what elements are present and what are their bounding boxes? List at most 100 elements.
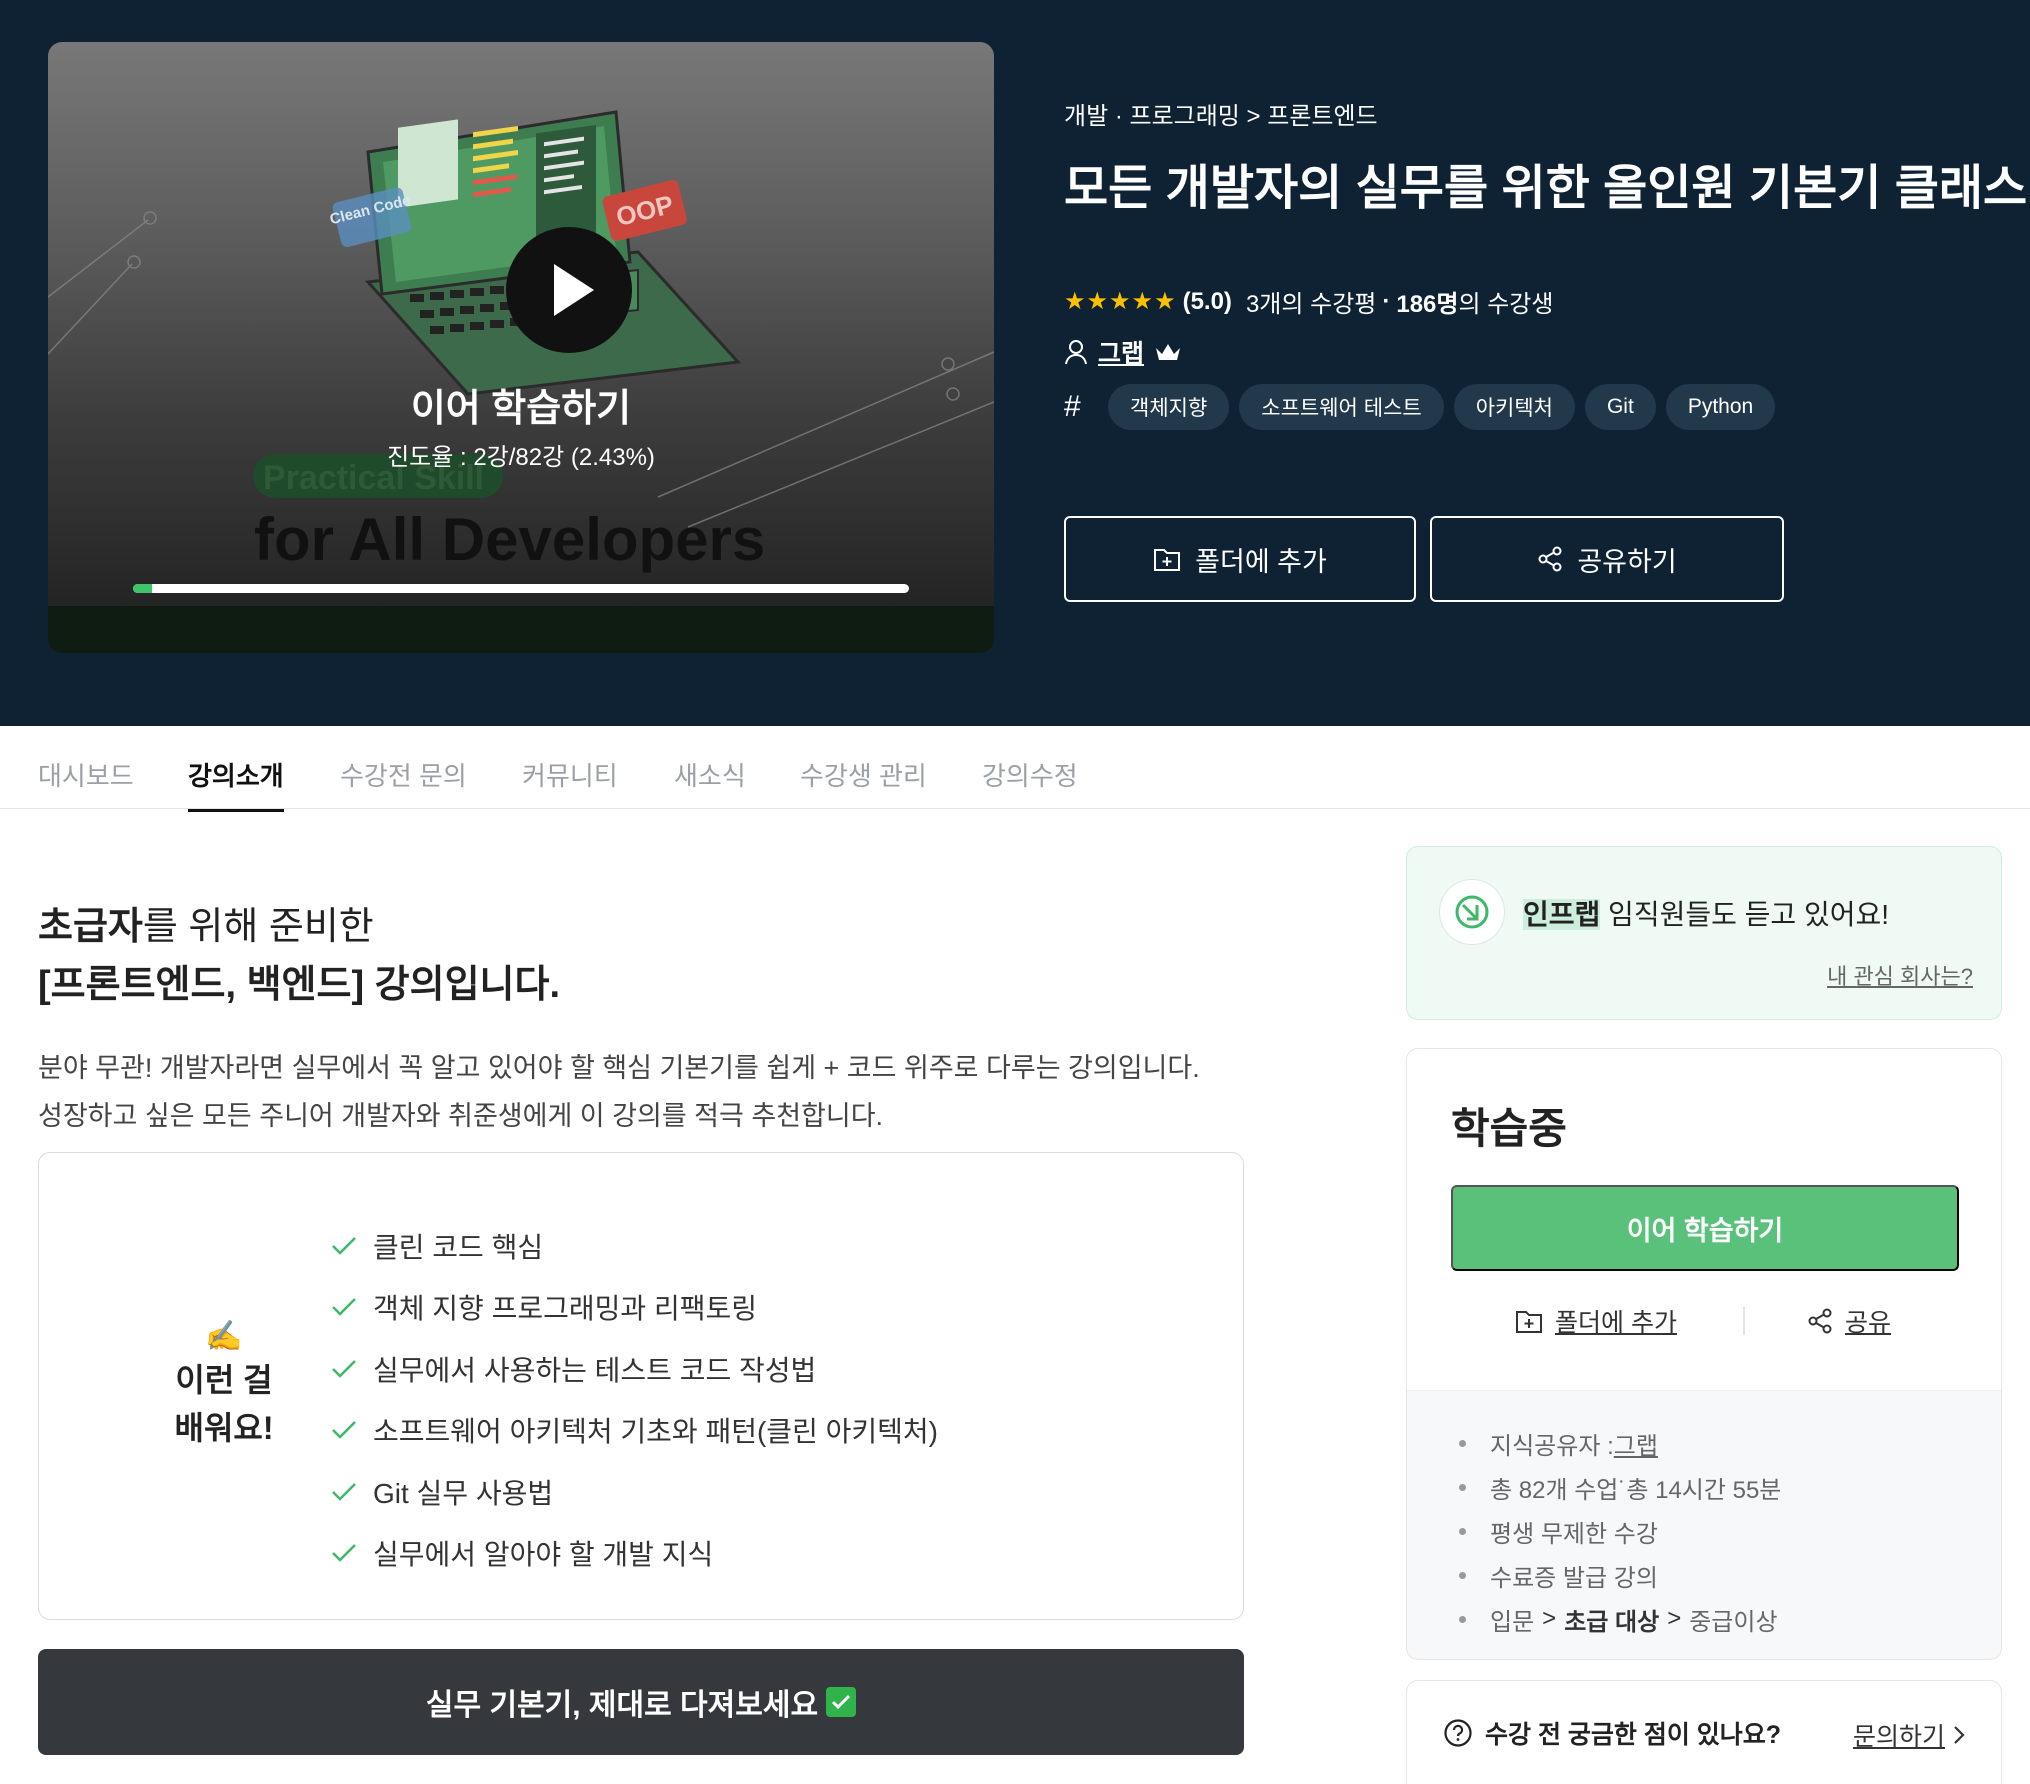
learn-item: Git 실무 사용법 xyxy=(331,1461,938,1523)
desc-line: 성장하고 싶은 모든 주니어 개발자와 취준생에게 이 강의를 적극 추천합니다… xyxy=(38,1101,884,1131)
learn-list: 클린 코드 핵심 객체 지향 프로그래밍과 리팩토링 실무에서 사용하는 테스트… xyxy=(331,1215,938,1584)
course-meta: ★★★★★ (5.0) 3개의 수강평 · 186명의 수강생 xyxy=(1064,284,1553,319)
tag[interactable]: Git xyxy=(1584,384,1656,430)
course-hero: Clean Code OOP Practical Skill for All D… xyxy=(0,0,2030,726)
level-intermediate: 중급이상 xyxy=(1689,1608,1778,1636)
card-add-folder-link[interactable]: 폴더에 추가 xyxy=(1515,1303,1677,1339)
info-instructor: 지식공유자 : 그랩 xyxy=(1459,1421,1781,1465)
level-beginner: 입문 xyxy=(1490,1608,1535,1636)
video-progress-bar xyxy=(133,584,909,593)
card-add-folder-label: 폴더에 추가 xyxy=(1555,1309,1677,1337)
promo-company: 인프랩 xyxy=(1523,899,1601,930)
learn-item-text: 실무에서 알아야 할 개발 지식 xyxy=(373,1539,714,1571)
play-icon xyxy=(554,264,594,316)
interest-company-link[interactable]: 내 관심 회사는? xyxy=(1827,959,1973,991)
card-top: 학습중 이어 학습하기 폴더에 추가 공유 xyxy=(1407,1049,2001,1391)
resume-learning-button[interactable]: 이어 학습하기 xyxy=(1451,1185,1959,1271)
student-count: 186명 xyxy=(1396,291,1459,318)
learn-label-line: 배워요! xyxy=(174,1410,274,1446)
author[interactable]: 그랩 xyxy=(1064,334,1182,370)
headline-bold: 초급자 xyxy=(38,906,143,948)
check-icon xyxy=(332,1359,356,1378)
learn-label-line: 이런 걸 xyxy=(175,1362,273,1398)
instructor-label: 지식공유자 : xyxy=(1490,1432,1614,1460)
course-title: 모든 개발자의 실무를 위한 올인원 기본기 클래스 xyxy=(1064,162,2028,215)
intro-headline: 초급자를 위해 준비한 [프론트엔드, 백엔드] 강의입니다. xyxy=(38,898,560,1014)
tag-list: # 객체지향 소프트웨어 테스트 아키텍처 Git Python xyxy=(1064,384,1776,430)
info-level: 입문 > 초급 대상 > 중급이상 xyxy=(1459,1597,1781,1641)
enroll-card: 학습중 이어 학습하기 폴더에 추가 공유 지식공유자 : 그랩 총 82개 수… xyxy=(1406,1048,2002,1660)
video-progress-fill xyxy=(133,584,152,593)
tag[interactable]: Python xyxy=(1665,384,1776,430)
check-icon xyxy=(332,1544,356,1563)
card-share-label: 공유 xyxy=(1845,1309,1892,1337)
share-icon xyxy=(1808,1308,1832,1334)
share-button[interactable]: 공유하기 xyxy=(1430,516,1784,602)
tag[interactable]: 객체지향 xyxy=(1108,384,1230,430)
user-icon xyxy=(1065,340,1087,365)
tab-community[interactable]: 커뮤니티 xyxy=(522,756,618,793)
check-icon xyxy=(332,1421,356,1440)
green-check-icon xyxy=(826,1687,857,1717)
tab-pre-inquiry[interactable]: 수강전 문의 xyxy=(340,756,467,793)
chevron-right-icon xyxy=(1954,1726,1965,1744)
learn-label: ✍️ 이런 걸 배워요! xyxy=(99,1319,349,1450)
check-icon xyxy=(332,1298,356,1317)
tab-dashboard[interactable]: 대시보드 xyxy=(38,756,134,793)
breadcrumb[interactable]: 개발 · 프로그래밍 > 프론트엔드 xyxy=(1064,96,1378,131)
info-certificate: 수료증 발급 강의 xyxy=(1459,1553,1781,1597)
inquiry-question-text: 수강 전 궁금한 점이 있나요? xyxy=(1485,1721,1782,1749)
learn-item: 소프트웨어 아키텍처 기초와 패턴(클린 아키텍처) xyxy=(331,1400,938,1462)
video-resume-title: 이어 학습하기 xyxy=(410,388,632,430)
inquiry-link[interactable]: 문의하기 xyxy=(1853,1717,1965,1753)
crown-icon xyxy=(1156,344,1181,360)
play-button[interactable] xyxy=(506,227,632,353)
tag[interactable]: 소프트웨어 테스트 xyxy=(1239,384,1444,430)
promo-text: 인프랩 임직원들도 듣고 있어요! xyxy=(1523,893,1889,933)
inquiry-link-label: 문의하기 xyxy=(1852,1723,1945,1751)
video-bottom-band xyxy=(48,606,994,653)
intro-description: 분야 무관! 개발자라면 실무에서 꼭 알고 있어야 할 핵심 기본기를 쉽게 … xyxy=(38,1044,1200,1140)
author-name[interactable]: 그랩 xyxy=(1098,334,1144,370)
add-folder-button[interactable]: 폴더에 추가 xyxy=(1064,516,1416,602)
headline-line2: [프론트엔드, 백엔드] 강의입니다. xyxy=(38,964,561,1006)
inquiry-box: 수강 전 궁금한 점이 있나요? 문의하기 xyxy=(1406,1680,2002,1784)
learn-item: 클린 코드 핵심 xyxy=(331,1215,938,1277)
learn-item: 실무에서 사용하는 테스트 코드 작성법 xyxy=(331,1338,938,1400)
video-progress-text: 진도율 : 2강/82강 (2.43%) xyxy=(387,444,655,471)
review-count[interactable]: 3개의 수강평 xyxy=(1246,284,1376,319)
card-action-divider xyxy=(1743,1307,1745,1335)
tag[interactable]: 아키텍처 xyxy=(1453,384,1575,430)
learn-item-text: 객체 지향 프로그래밍과 리팩토링 xyxy=(373,1293,757,1325)
instructor-link[interactable]: 그랩 xyxy=(1614,1426,1658,1461)
video-player[interactable]: Clean Code OOP Practical Skill for All D… xyxy=(48,42,994,653)
card-share-link[interactable]: 공유 xyxy=(1807,1303,1891,1339)
rating-stars-icon: ★★★★★ xyxy=(1064,288,1177,315)
card-info: 지식공유자 : 그랩 총 82개 수업˙총 14시간 55분 평생 무제한 수강… xyxy=(1407,1391,2001,1659)
learn-item-text: 소프트웨어 아키텍처 기초와 패턴(클린 아키텍처) xyxy=(373,1416,938,1448)
tab-edit-course[interactable]: 강의수정 xyxy=(982,756,1078,793)
rating-value: (5.0) xyxy=(1182,287,1232,315)
writing-hand-icon: ✍️ xyxy=(205,1320,243,1353)
tab-student-management[interactable]: 수강생 관리 xyxy=(800,756,927,793)
chevron-right-icon: > xyxy=(1667,1605,1682,1632)
share-label: 공유하기 xyxy=(1577,546,1677,577)
info-lifetime: 평생 무제한 수강 xyxy=(1459,1509,1781,1553)
learn-item-text: Git 실무 사용법 xyxy=(373,1477,554,1509)
add-folder-label: 폴더에 추가 xyxy=(1195,546,1327,577)
level-target: 초급 대상 xyxy=(1564,1608,1660,1636)
cta-text: 실무 기본기, 제대로 다져보세요 xyxy=(425,1689,819,1722)
learn-item: 실무에서 알아야 할 개발 지식 xyxy=(331,1523,938,1585)
tab-news[interactable]: 새소식 xyxy=(674,756,746,793)
course-tabs: 대시보드 강의소개 수강전 문의 커뮤니티 새소식 수강생 관리 강의수정 xyxy=(0,726,2030,812)
chevron-right-icon: > xyxy=(1542,1605,1557,1632)
tab-intro[interactable]: 강의소개 xyxy=(188,756,284,812)
meta-dot: · xyxy=(1382,287,1391,315)
desc-line: 분야 무관! 개발자라면 실무에서 꼭 알고 있어야 할 핵심 기본기를 쉽게 … xyxy=(38,1053,1200,1083)
learn-box: ✍️ 이런 걸 배워요! 클린 코드 핵심 객체 지향 프로그래밍과 리팩토링 … xyxy=(38,1152,1244,1620)
check-icon xyxy=(332,1236,356,1255)
check-icon xyxy=(332,1482,356,1501)
learn-item-text: 실무에서 사용하는 테스트 코드 작성법 xyxy=(373,1354,817,1386)
promo-message: 임직원들도 듣고 있어요! xyxy=(1600,899,1889,930)
art-title: for All Developers xyxy=(254,506,765,573)
